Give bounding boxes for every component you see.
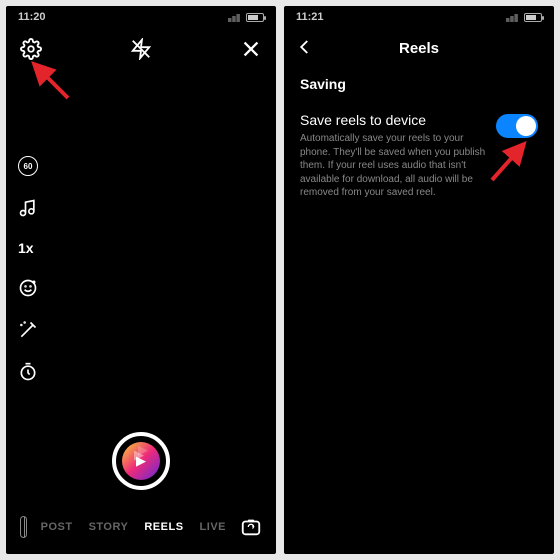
timer-icon[interactable] — [18, 362, 38, 382]
audio-icon[interactable] — [18, 198, 38, 218]
page-title: Reels — [399, 40, 439, 57]
capture-area — [112, 432, 170, 490]
setting-description: Automatically save your reels to your ph… — [300, 132, 486, 200]
capture-button[interactable] — [112, 432, 170, 490]
save-reels-row: Save reels to device Automatically save … — [284, 106, 554, 206]
reel-icon — [122, 442, 160, 480]
speed-control[interactable]: 1x — [18, 240, 38, 256]
flash-off-icon[interactable] — [130, 38, 152, 60]
flip-camera-icon[interactable] — [240, 516, 262, 538]
status-bar: 11:20 — [6, 6, 276, 28]
gallery-icon[interactable] — [20, 516, 27, 538]
status-bar: 11:21 — [284, 6, 554, 28]
settings-screen: 11:21 Reels Saving Save reels to device … — [284, 6, 554, 554]
header: Reels — [284, 28, 554, 68]
mode-post[interactable]: POST — [41, 521, 73, 533]
status-time: 11:21 — [296, 11, 324, 23]
camera-screen: 11:20 60 1x POST S — [6, 6, 276, 554]
status-indicators — [228, 12, 264, 22]
save-reels-toggle[interactable] — [496, 114, 538, 138]
status-indicators — [506, 12, 542, 22]
mode-live[interactable]: LIVE — [200, 521, 226, 533]
bottom-bar: POST STORY REELS LIVE — [6, 516, 276, 538]
mode-reels[interactable]: REELS — [144, 521, 183, 533]
duration-icon[interactable]: 60 — [18, 156, 38, 176]
section-heading: Saving — [284, 68, 554, 106]
mode-story[interactable]: STORY — [89, 521, 129, 533]
camera-topbar — [6, 28, 276, 64]
battery-icon — [246, 13, 264, 22]
setting-text: Save reels to device Automatically save … — [300, 112, 486, 200]
settings-icon[interactable] — [20, 38, 42, 60]
status-time: 11:20 — [18, 11, 46, 23]
mode-selector[interactable]: POST STORY REELS LIVE — [41, 521, 226, 533]
annotation-arrow — [28, 58, 78, 113]
touch-up-icon[interactable] — [18, 320, 38, 340]
battery-icon — [524, 13, 542, 22]
signal-icon — [228, 12, 242, 22]
side-toolbar: 60 1x — [18, 156, 38, 382]
effects-icon[interactable] — [18, 278, 38, 298]
setting-title: Save reels to device — [300, 112, 486, 128]
signal-icon — [506, 12, 520, 22]
close-icon[interactable] — [240, 38, 262, 60]
back-icon[interactable] — [296, 38, 314, 60]
